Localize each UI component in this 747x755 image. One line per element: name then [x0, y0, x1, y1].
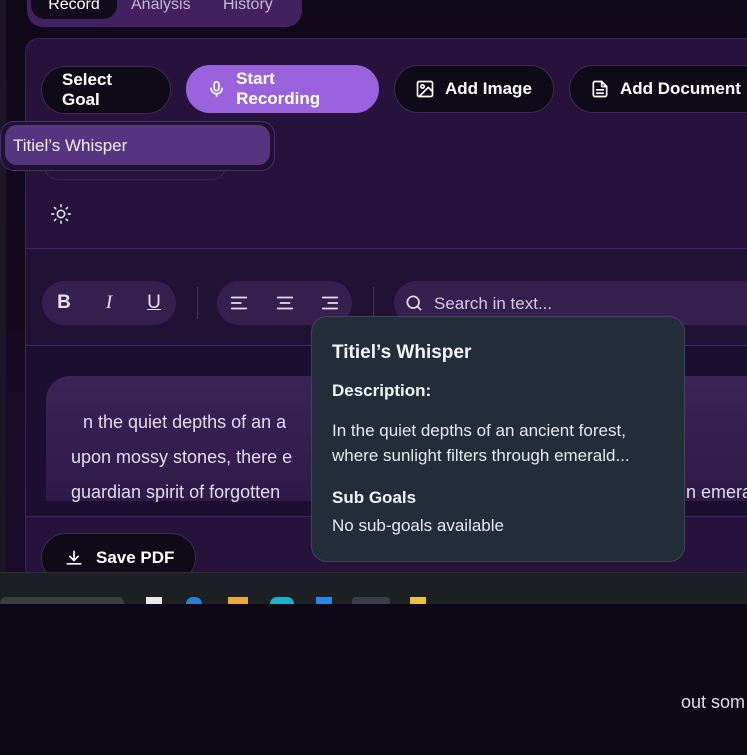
add-document-button[interactable]: Add Document	[569, 65, 747, 113]
sun-icon[interactable]	[50, 203, 72, 225]
tooltip-subgoals-label: Sub Goals	[332, 488, 417, 507]
tab-history[interactable]: History	[223, 0, 273, 19]
tooltip-description-label: Description:	[332, 381, 432, 400]
start-recording-button[interactable]: Start Recording	[186, 65, 379, 113]
italic-button[interactable]: I	[98, 292, 120, 314]
start-recording-label: Start Recording	[236, 69, 321, 108]
goal-tooltip: Titiel’s Whisper Description: In the qui…	[311, 316, 685, 562]
align-right-icon[interactable]	[319, 292, 341, 314]
search-icon	[404, 293, 424, 313]
editor-line: n emera	[686, 482, 747, 502]
document-icon	[592, 80, 608, 98]
underline-button[interactable]: U	[143, 292, 165, 314]
tab-record[interactable]: Record	[31, 0, 117, 19]
mode-tabs: Record Analysis History	[27, 0, 302, 27]
download-icon	[66, 550, 82, 565]
select-goal-label: Select Goal	[62, 70, 113, 109]
editor-line: out som	[681, 692, 746, 712]
toolbar-divider	[373, 287, 374, 319]
divider	[26, 248, 747, 249]
toolbar-divider	[197, 287, 198, 319]
align-left-icon[interactable]	[228, 292, 250, 314]
tooltip-title: Titiel’s Whisper	[332, 342, 472, 363]
goal-option[interactable]: Titiel’s Whisper	[5, 125, 270, 165]
microphone-icon	[210, 81, 223, 97]
tab-analysis[interactable]: Analysis	[131, 0, 191, 19]
os-taskbar	[0, 572, 747, 604]
select-goal-button[interactable]: Select Goal	[41, 66, 171, 114]
add-image-button[interactable]: Add Image	[394, 65, 554, 113]
image-icon	[416, 80, 434, 98]
add-image-label: Add Image	[445, 79, 532, 98]
add-document-label: Add Document	[620, 79, 741, 98]
bold-button[interactable]: B	[53, 292, 75, 314]
goal-dropdown: Titiel’s Whisper	[0, 121, 275, 171]
tooltip-subgoals-value: No sub-goals available	[332, 516, 504, 535]
align-center-icon[interactable]	[274, 292, 296, 314]
tooltip-description: In the quiet depths of an ancient forest…	[332, 421, 630, 465]
save-pdf-label: Save PDF	[96, 548, 175, 567]
